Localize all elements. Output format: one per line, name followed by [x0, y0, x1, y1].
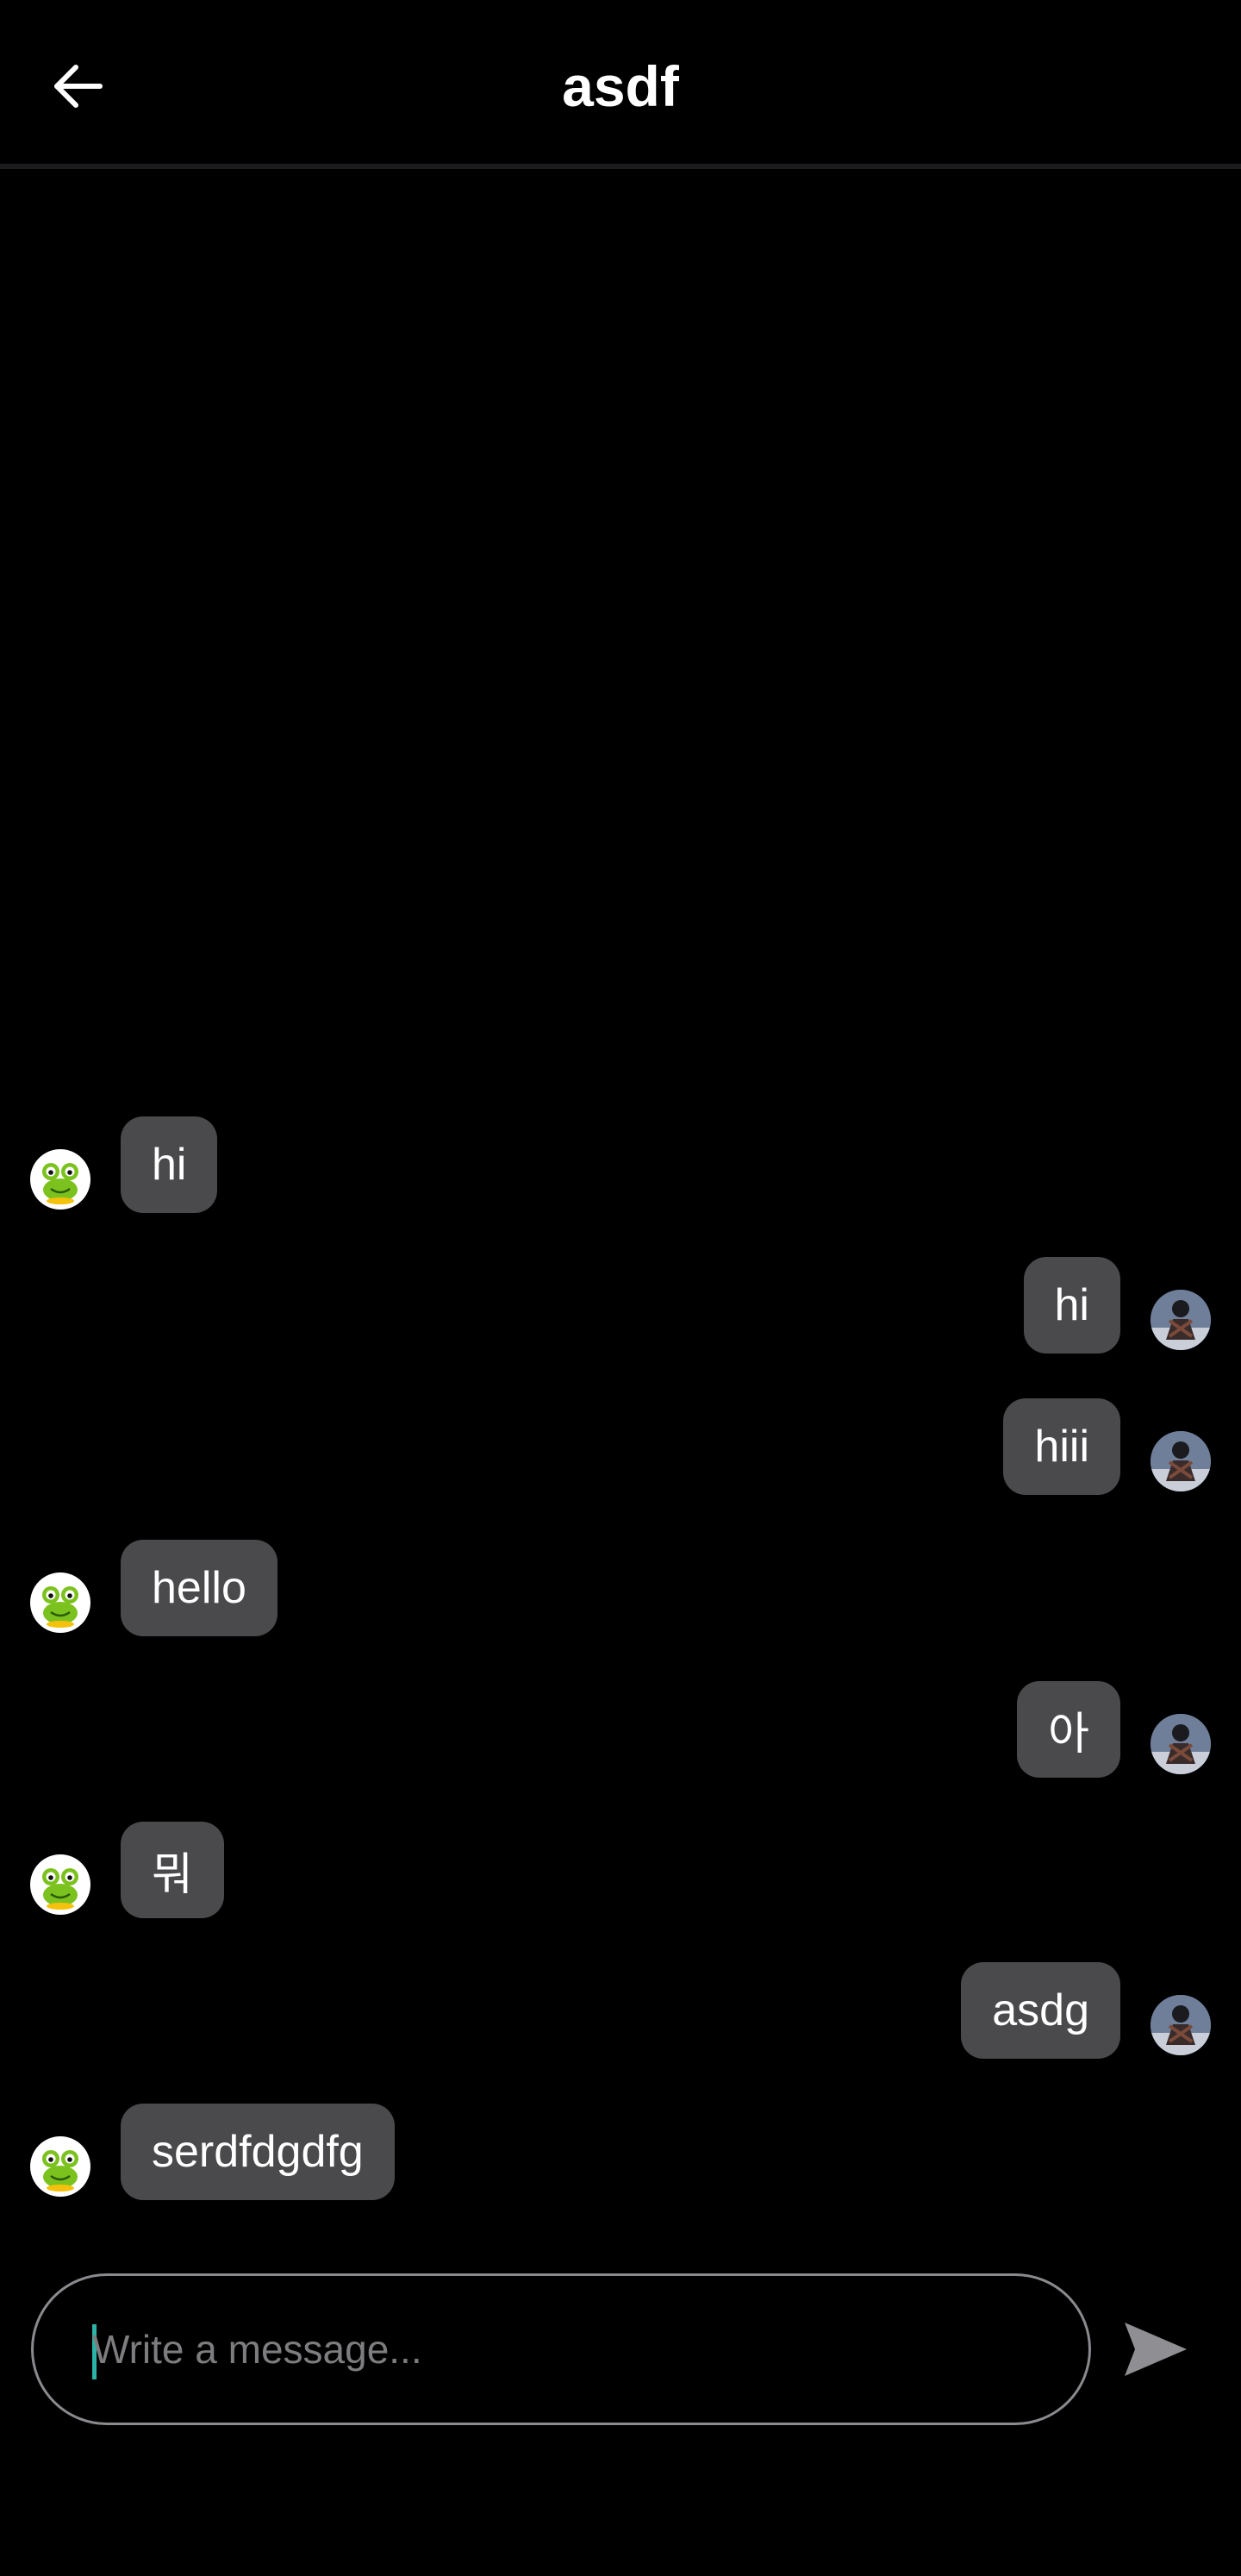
message-row: 아	[0, 1681, 1241, 1778]
message-input[interactable]	[92, 2276, 1040, 2423]
message-row: hi	[0, 1257, 1241, 1354]
frog-avatar[interactable]	[30, 1149, 90, 1210]
frog-icon	[42, 2150, 78, 2191]
message-bubble[interactable]: hi	[121, 1116, 218, 1213]
message-row: 뭐	[0, 1822, 1241, 1918]
frog-avatar[interactable]	[30, 1572, 90, 1633]
frog-avatar[interactable]	[30, 1854, 90, 1915]
user-photo-avatar[interactable]	[1151, 1714, 1211, 1774]
user-photo-icon	[1151, 1714, 1211, 1774]
send-icon	[1125, 2323, 1187, 2376]
message-row: serdfdgdfg	[0, 2104, 1241, 2200]
chat-title: asdf	[562, 54, 679, 118]
message-bubble[interactable]: hello	[121, 1540, 278, 1636]
frog-avatar[interactable]	[30, 2136, 90, 2197]
user-photo-icon	[1151, 1995, 1211, 2055]
frog-icon	[42, 1586, 78, 1628]
message-bubble[interactable]: 아	[1017, 1681, 1120, 1778]
message-row: hi	[0, 1116, 1241, 1213]
frog-icon	[42, 1868, 78, 1910]
user-photo-avatar[interactable]	[1151, 1290, 1211, 1350]
message-row: hello	[0, 1540, 1241, 1636]
user-photo-icon	[1151, 1290, 1211, 1350]
user-photo-icon	[1151, 1431, 1211, 1491]
message-row: asdg	[0, 1962, 1241, 2059]
message-row: hiii	[0, 1398, 1241, 1495]
message-bubble[interactable]: hi	[1023, 1257, 1120, 1354]
user-photo-avatar[interactable]	[1151, 1431, 1211, 1491]
chat-header: asdf	[0, 0, 1241, 169]
frog-icon	[42, 1163, 78, 1204]
send-button[interactable]	[1117, 2310, 1194, 2388]
message-bubble[interactable]: hiii	[1003, 1398, 1120, 1495]
message-composer	[31, 2273, 1091, 2425]
message-bubble[interactable]: 뭐	[121, 1822, 224, 1918]
user-photo-avatar[interactable]	[1151, 1995, 1211, 2055]
message-bubble[interactable]: asdg	[961, 1962, 1120, 2059]
message-bubble[interactable]: serdfdgdfg	[121, 2104, 395, 2200]
